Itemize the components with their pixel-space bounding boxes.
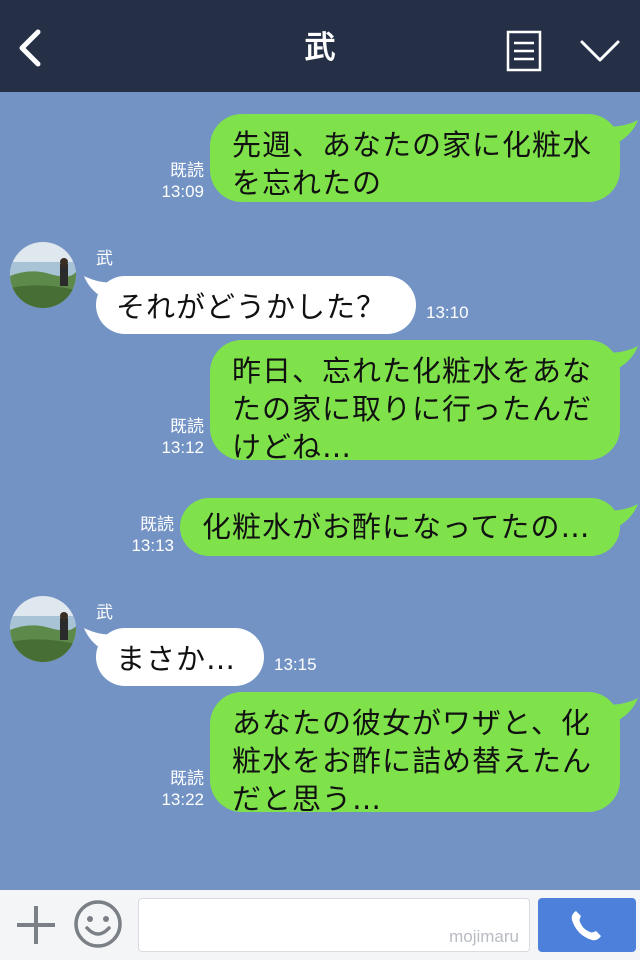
timestamp: 13:10 [426,303,469,322]
message-meta: 既読 13:22 [150,768,204,810]
message-line: けどね… [232,430,353,464]
read-receipt: 既読 [140,515,174,534]
bubble-tail [604,698,638,724]
chat-title: 武 [304,30,336,66]
notes-icon [506,30,542,72]
message-line: あなたの彼女がワザと、化 [232,706,591,740]
read-receipt: 既読 [170,769,204,788]
message-input[interactable]: mojimaru [138,898,530,952]
read-receipt: 既読 [170,417,204,436]
message-bubble-received[interactable]: まさか… [96,628,264,686]
call-button[interactable] [538,898,636,952]
message-line: それがどうかした？ [116,290,387,324]
read-receipt: 既読 [170,161,204,180]
chevron-down-icon [580,40,620,62]
message-line: 昨日、忘れた化粧水をあな [232,354,593,388]
message-line: まさか… [116,642,237,676]
header-bar: 武 [0,0,640,92]
emoji-button[interactable] [72,898,124,950]
message-bubble-sent[interactable]: 化粧水がお酢になってたの… [180,498,620,556]
avatar-photo [10,242,76,308]
timestamp: 13:13 [131,536,174,555]
message-bubble-sent[interactable]: 先週、あなたの家に化粧水 を忘れたの [210,114,620,202]
timestamp: 13:09 [161,182,204,201]
message-meta: 既読 13:13 [120,514,174,556]
watermark-text: mojimaru [449,927,519,946]
message-bubble-received[interactable]: それがどうかした？ [96,276,416,334]
message-line: 粧水をお酢に詰め替えたん [232,744,593,778]
sender-name: 武 [96,249,113,269]
plus-icon [17,906,55,944]
message-meta: 既読 13:09 [150,160,204,202]
message-line: たの家に取りに行ったんだ [232,392,593,426]
sender-name: 武 [96,603,113,623]
bubble-tail [604,504,638,530]
smiley-icon [74,900,122,948]
message-line: を忘れたの [232,166,383,200]
message-bubble-sent[interactable]: あなたの彼女がワザと、化 粧水をお酢に詰め替えたん だと思う… [210,692,620,816]
bubble-tail [604,120,638,146]
message-line: 化粧水がお酢になってたの… [202,510,591,544]
message-bubble-sent[interactable]: 昨日、忘れた化粧水をあな たの家に取りに行ったんだ けどね… [210,340,620,464]
input-bar: mojimaru [0,890,640,960]
notes-button[interactable] [506,30,542,72]
timestamp: 13:12 [161,438,204,457]
avatar[interactable] [10,242,76,308]
message-meta: 既読 13:12 [150,416,204,458]
message-line: 先週、あなたの家に化粧水 [232,128,593,162]
message-line: だと思う… [232,782,383,816]
timestamp: 13:22 [161,790,204,809]
phone-icon [571,911,601,941]
avatar[interactable] [10,596,76,662]
timestamp: 13:15 [274,655,317,674]
menu-button[interactable] [578,36,622,66]
add-attachment-button[interactable] [14,898,58,950]
avatar-photo [10,596,76,662]
chat-area[interactable]: 既読 13:09 先週、あなたの家に化粧水 を忘れたの 武 それがどうかした？ … [0,92,640,890]
bubble-tail [604,346,638,372]
